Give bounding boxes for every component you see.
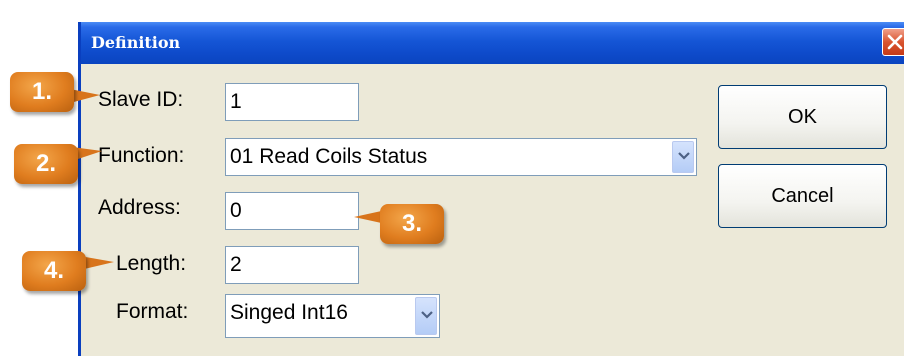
address-field[interactable]: 0 <box>225 192 359 230</box>
format-label: Format: <box>116 300 189 323</box>
format-dropdown-button[interactable] <box>415 297 437 335</box>
ok-label: OK <box>788 106 817 128</box>
close-button[interactable] <box>882 28 904 56</box>
titlebar: Definition <box>81 22 904 64</box>
length-label: Length: <box>116 252 187 275</box>
function-value: 01 Read Coils Status <box>230 145 428 168</box>
cancel-button[interactable]: Cancel <box>718 164 887 228</box>
ok-button[interactable]: OK <box>718 85 887 149</box>
callout-4: 4. <box>22 251 86 291</box>
callout-2: 2. <box>14 144 78 184</box>
callout-3: 3. <box>380 204 444 244</box>
format-dropdown[interactable]: Singed Int16 <box>225 294 440 338</box>
callout-1-pointer <box>70 89 100 103</box>
function-dropdown-button[interactable] <box>672 141 694 173</box>
function-label: Function: <box>98 144 185 167</box>
function-dropdown[interactable]: 01 Read Coils Status <box>225 138 697 176</box>
chevron-down-icon <box>678 152 690 160</box>
address-label: Address: <box>98 196 181 219</box>
format-value: Singed Int16 <box>230 301 348 324</box>
close-icon <box>887 34 903 50</box>
chevron-down-icon <box>421 311 433 319</box>
callout-1: 1. <box>10 72 74 112</box>
slave-id-field[interactable]: 1 <box>225 83 359 121</box>
length-field[interactable]: 2 <box>225 246 359 284</box>
length-value: 2 <box>230 253 242 276</box>
slave-id-value: 1 <box>230 90 242 113</box>
address-value: 0 <box>230 199 242 222</box>
dialog-title: Definition <box>91 33 181 52</box>
cancel-label: Cancel <box>771 185 834 207</box>
slave-id-label: Slave ID: <box>98 88 184 111</box>
